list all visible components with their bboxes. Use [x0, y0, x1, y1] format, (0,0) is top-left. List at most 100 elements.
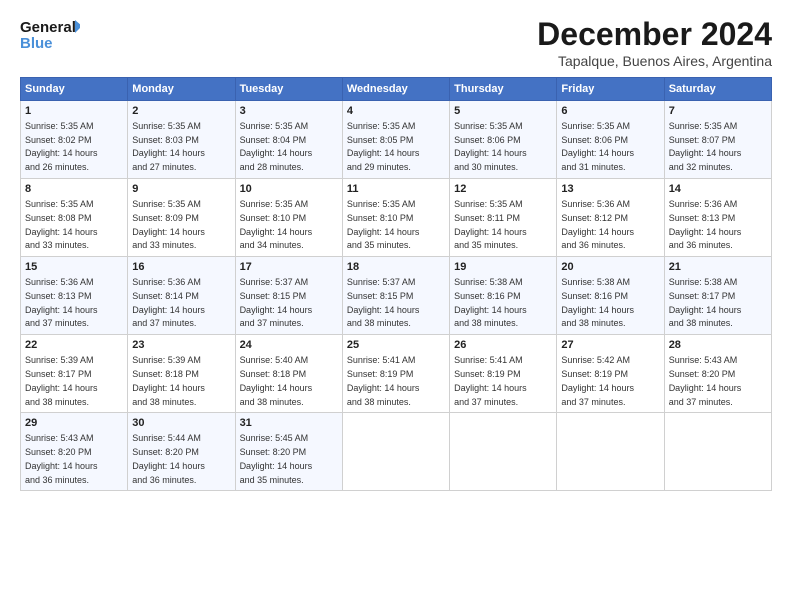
cell-line: Sunrise: 5:35 AM [240, 199, 309, 209]
day-number: 23 [132, 338, 230, 353]
cell-line: and 35 minutes. [454, 240, 518, 250]
table-row: 15Sunrise: 5:36 AMSunset: 8:13 PMDayligh… [21, 257, 772, 335]
cell-line: and 38 minutes. [669, 318, 733, 328]
cell-line: Sunrise: 5:40 AM [240, 355, 309, 365]
cell-line: Sunrise: 5:41 AM [454, 355, 523, 365]
cell-line: Sunset: 8:03 PM [132, 135, 199, 145]
cell-line: Sunset: 8:17 PM [25, 369, 92, 379]
cell-line: Daylight: 14 hours [561, 383, 634, 393]
cell-line: Sunrise: 5:35 AM [669, 121, 738, 131]
col-sunday: Sunday [21, 78, 128, 101]
cell-line: Daylight: 14 hours [240, 461, 313, 471]
cell-line: Sunrise: 5:38 AM [454, 277, 523, 287]
cell-line: Daylight: 14 hours [669, 383, 742, 393]
table-cell [664, 413, 771, 491]
table-cell [450, 413, 557, 491]
table-cell: 25Sunrise: 5:41 AMSunset: 8:19 PMDayligh… [342, 335, 449, 413]
cell-line: and 38 minutes. [347, 397, 411, 407]
cell-line: and 33 minutes. [25, 240, 89, 250]
day-number: 20 [561, 260, 659, 275]
cell-line: Sunrise: 5:35 AM [347, 199, 416, 209]
cell-line: Sunset: 8:19 PM [347, 369, 414, 379]
cell-line: Daylight: 14 hours [132, 148, 205, 158]
cell-line: and 38 minutes. [454, 318, 518, 328]
cell-line: Sunrise: 5:36 AM [25, 277, 94, 287]
cell-line: Sunset: 8:10 PM [347, 213, 414, 223]
subtitle: Tapalque, Buenos Aires, Argentina [537, 53, 772, 69]
cell-line: Sunrise: 5:36 AM [669, 199, 738, 209]
table-cell: 18Sunrise: 5:37 AMSunset: 8:15 PMDayligh… [342, 257, 449, 335]
cell-line: Daylight: 14 hours [669, 148, 742, 158]
cell-line: and 32 minutes. [669, 162, 733, 172]
cell-line: and 38 minutes. [132, 397, 196, 407]
cell-line: and 38 minutes. [240, 397, 304, 407]
table-cell: 17Sunrise: 5:37 AMSunset: 8:15 PMDayligh… [235, 257, 342, 335]
table-cell: 19Sunrise: 5:38 AMSunset: 8:16 PMDayligh… [450, 257, 557, 335]
col-thursday: Thursday [450, 78, 557, 101]
table-cell: 24Sunrise: 5:40 AMSunset: 8:18 PMDayligh… [235, 335, 342, 413]
cell-line: Sunrise: 5:35 AM [132, 199, 201, 209]
cell-line: Daylight: 14 hours [669, 227, 742, 237]
svg-text:Blue: Blue [20, 35, 53, 52]
day-number: 24 [240, 338, 338, 353]
main-title: December 2024 [537, 16, 772, 53]
cell-line: Sunset: 8:08 PM [25, 213, 92, 223]
calendar-table: Sunday Monday Tuesday Wednesday Thursday… [20, 77, 772, 491]
day-number: 22 [25, 338, 123, 353]
col-saturday: Saturday [664, 78, 771, 101]
day-number: 4 [347, 104, 445, 119]
table-row: 22Sunrise: 5:39 AMSunset: 8:17 PMDayligh… [21, 335, 772, 413]
cell-line: Sunset: 8:06 PM [561, 135, 628, 145]
cell-line: and 37 minutes. [25, 318, 89, 328]
cell-line: Sunrise: 5:36 AM [132, 277, 201, 287]
cell-line: Daylight: 14 hours [240, 148, 313, 158]
cell-line: Sunrise: 5:43 AM [25, 433, 94, 443]
day-number: 18 [347, 260, 445, 275]
cell-line: Sunset: 8:20 PM [669, 369, 736, 379]
day-number: 17 [240, 260, 338, 275]
table-cell: 22Sunrise: 5:39 AMSunset: 8:17 PMDayligh… [21, 335, 128, 413]
cell-line: Sunrise: 5:35 AM [240, 121, 309, 131]
day-number: 12 [454, 182, 552, 197]
day-number: 13 [561, 182, 659, 197]
cell-line: Sunrise: 5:35 AM [561, 121, 630, 131]
cell-line: Sunrise: 5:36 AM [561, 199, 630, 209]
cell-line: Sunset: 8:20 PM [240, 447, 307, 457]
day-number: 27 [561, 338, 659, 353]
table-cell: 3Sunrise: 5:35 AMSunset: 8:04 PMDaylight… [235, 101, 342, 179]
day-number: 8 [25, 182, 123, 197]
day-number: 7 [669, 104, 767, 119]
cell-line: Sunset: 8:19 PM [454, 369, 521, 379]
cell-line: Daylight: 14 hours [347, 227, 420, 237]
cell-line: Daylight: 14 hours [454, 227, 527, 237]
cell-line: Sunrise: 5:35 AM [25, 199, 94, 209]
cell-line: Daylight: 14 hours [132, 383, 205, 393]
cell-line: and 36 minutes. [561, 240, 625, 250]
day-number: 15 [25, 260, 123, 275]
logo-svg: General Blue [20, 16, 80, 54]
cell-line: Sunrise: 5:44 AM [132, 433, 201, 443]
day-number: 3 [240, 104, 338, 119]
cell-line: and 29 minutes. [347, 162, 411, 172]
day-number: 28 [669, 338, 767, 353]
day-number: 29 [25, 416, 123, 431]
table-cell: 26Sunrise: 5:41 AMSunset: 8:19 PMDayligh… [450, 335, 557, 413]
header-row: Sunday Monday Tuesday Wednesday Thursday… [21, 78, 772, 101]
day-number: 31 [240, 416, 338, 431]
cell-line: Daylight: 14 hours [25, 305, 98, 315]
day-number: 19 [454, 260, 552, 275]
cell-line: Daylight: 14 hours [132, 461, 205, 471]
cell-line: Sunset: 8:09 PM [132, 213, 199, 223]
table-cell: 15Sunrise: 5:36 AMSunset: 8:13 PMDayligh… [21, 257, 128, 335]
cell-line: Sunset: 8:15 PM [240, 291, 307, 301]
cell-line: Sunset: 8:15 PM [347, 291, 414, 301]
cell-line: Sunrise: 5:38 AM [561, 277, 630, 287]
logo: General Blue [20, 16, 80, 54]
cell-line: and 38 minutes. [561, 318, 625, 328]
table-row: 8 Sunrise: 5:35 AM Sunset: 8:08 PM Daylight… [21, 179, 772, 257]
day-number: 1 [25, 104, 123, 119]
title-block: December 2024 Tapalque, Buenos Aires, Ar… [537, 16, 772, 69]
table-cell [557, 413, 664, 491]
cell-line: Sunset: 8:14 PM [132, 291, 199, 301]
cell-line: Sunset: 8:20 PM [132, 447, 199, 457]
